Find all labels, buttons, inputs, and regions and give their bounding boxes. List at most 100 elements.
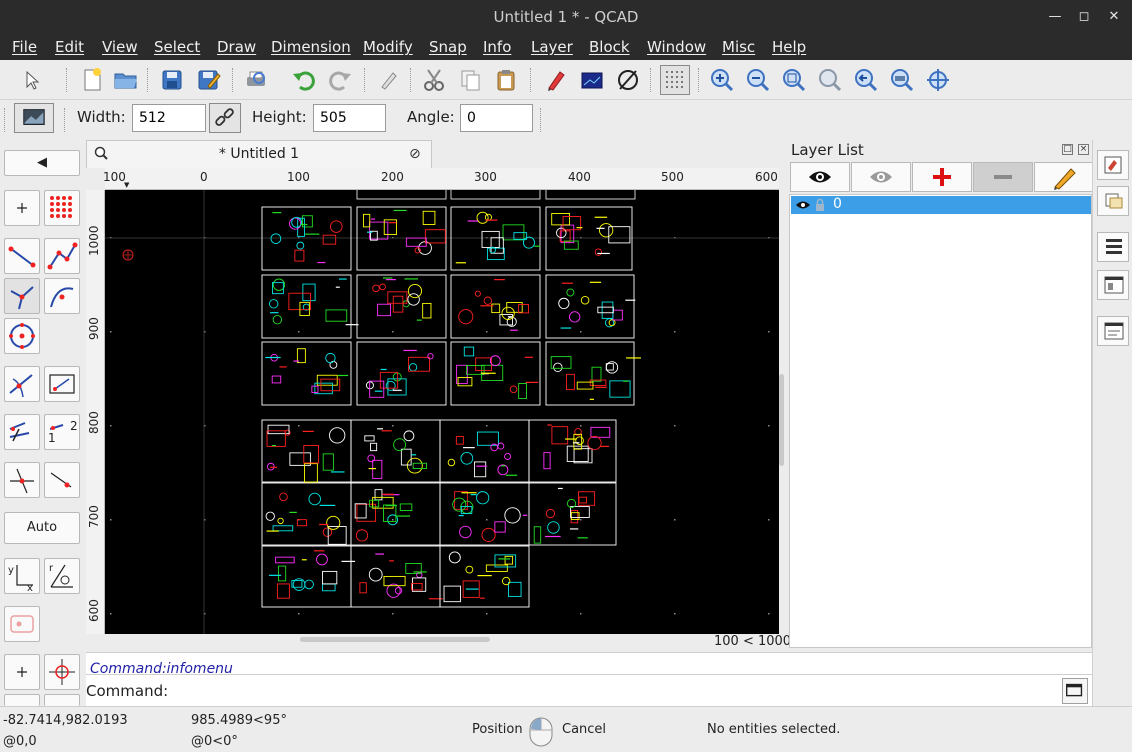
relative-axis-icon[interactable]: yx: [4, 558, 40, 594]
menu-draw[interactable]: Draw: [217, 38, 256, 56]
line-icon[interactable]: [4, 238, 40, 274]
points-icon[interactable]: [44, 190, 80, 226]
pointer-icon[interactable]: [18, 66, 46, 94]
drawing-sheet-frame: [450, 274, 541, 339]
zoom-out-icon[interactable]: [744, 66, 772, 94]
cut-icon[interactable]: [420, 66, 448, 94]
clear-icon[interactable]: [374, 66, 402, 94]
close-panel-icon[interactable]: ×: [1078, 144, 1089, 155]
vertical-scrollbar[interactable]: [779, 374, 784, 466]
menu-snap[interactable]: Snap: [429, 38, 467, 56]
layer-visible-eye-icon[interactable]: [795, 198, 811, 216]
property-editor-icon[interactable]: [1097, 150, 1129, 180]
minimize-icon[interactable]: —: [1044, 6, 1066, 28]
rectangle-icon[interactable]: [44, 366, 80, 402]
toolbar-separator: [540, 108, 542, 132]
image-icon[interactable]: [14, 103, 54, 133]
cad-entity: [296, 241, 305, 250]
zoom-in-icon[interactable]: [708, 66, 736, 94]
maximize-icon[interactable]: ◻: [1073, 6, 1095, 28]
layer-row[interactable]: 0: [791, 196, 1091, 214]
save-icon[interactable]: [158, 66, 186, 94]
intersection-icon[interactable]: [4, 462, 40, 498]
document-tab[interactable]: * Untitled 1 ⊘: [86, 140, 432, 168]
arc-icon[interactable]: [4, 278, 40, 314]
restrict-icon[interactable]: [614, 66, 642, 94]
sequence-icon[interactable]: 1 2: [44, 414, 80, 450]
curve-icon[interactable]: [44, 278, 80, 314]
float-panel-icon[interactable]: □: [1062, 144, 1073, 155]
tangent-icon[interactable]: [4, 366, 40, 402]
menu-edit[interactable]: Edit: [55, 38, 84, 56]
layer-list-toggle-icon[interactable]: [1097, 232, 1129, 262]
menu-file[interactable]: File: [12, 38, 37, 56]
horizontal-scrollbar[interactable]: [300, 637, 490, 642]
snap-free-icon[interactable]: [4, 654, 40, 690]
undo-icon[interactable]: [290, 66, 318, 94]
display-icon[interactable]: [578, 66, 606, 94]
angle-input[interactable]: [460, 104, 533, 132]
command-input[interactable]: [166, 679, 1046, 703]
drawing-canvas[interactable]: [105, 190, 779, 634]
cad-entity: [325, 309, 348, 322]
open-folder-icon[interactable]: [112, 66, 140, 94]
library-browser-icon[interactable]: [1097, 270, 1129, 300]
offset-icon[interactable]: [44, 462, 80, 498]
layer-lock-icon[interactable]: [814, 198, 826, 216]
menu-dimension[interactable]: Dimension: [271, 38, 351, 56]
zoom-auto-icon[interactable]: [780, 66, 808, 94]
close-tab-icon[interactable]: ⊘: [409, 146, 421, 162]
zoom-previous-icon[interactable]: [852, 66, 880, 94]
palette-button-partial[interactable]: [44, 694, 80, 706]
add-layer-button[interactable]: [912, 162, 972, 192]
cad-entity: [608, 226, 631, 244]
grid-icon[interactable]: [660, 65, 690, 95]
menu-view[interactable]: View: [102, 38, 138, 56]
menu-select[interactable]: Select: [154, 38, 200, 56]
command-history-toggle-icon[interactable]: [1062, 678, 1088, 704]
pen-icon[interactable]: [542, 66, 570, 94]
circle-icon[interactable]: [4, 318, 40, 354]
menu-info[interactable]: Info: [483, 38, 511, 56]
width-input[interactable]: [132, 104, 206, 132]
crosshair-icon[interactable]: [44, 654, 80, 690]
auto-snap-button[interactable]: Auto: [4, 512, 80, 544]
remove-layer-button[interactable]: [973, 162, 1033, 192]
grid-dot: [674, 425, 676, 427]
new-document-icon[interactable]: [78, 66, 106, 94]
menu-help[interactable]: Help: [772, 38, 806, 56]
close-icon[interactable]: ✕: [1103, 6, 1125, 28]
polar-axis-icon[interactable]: r: [44, 558, 80, 594]
hide-all-layers-button[interactable]: [851, 162, 911, 192]
pan-icon[interactable]: [924, 66, 952, 94]
link-icon[interactable]: [209, 103, 241, 133]
point-tools-button[interactable]: [4, 190, 40, 226]
show-all-layers-button[interactable]: [790, 162, 850, 192]
zoom-window-icon[interactable]: [816, 66, 844, 94]
save-as-icon[interactable]: [194, 66, 222, 94]
paste-icon[interactable]: [492, 66, 520, 94]
restrict-off-icon[interactable]: [4, 606, 40, 642]
menu-modify[interactable]: Modify: [363, 38, 413, 56]
redo-icon[interactable]: [326, 66, 354, 94]
copy-icon[interactable]: [456, 66, 484, 94]
block-list-icon[interactable]: [1097, 186, 1129, 216]
palette-button-partial[interactable]: [4, 694, 40, 706]
grid-dot: [486, 425, 488, 427]
menu-window[interactable]: Window: [647, 38, 706, 56]
menu-block[interactable]: Block: [589, 38, 630, 56]
polyline-icon[interactable]: [44, 238, 80, 274]
zoom-selection-icon[interactable]: [888, 66, 916, 94]
drawing-sheet-frame: [261, 206, 352, 271]
cad-entity: [355, 529, 369, 542]
height-input[interactable]: [313, 104, 386, 132]
grid-dot: [768, 331, 770, 333]
command-line-toggle-icon[interactable]: [1097, 316, 1129, 346]
dimension-icon[interactable]: [4, 414, 40, 450]
back-button[interactable]: ◀: [4, 150, 80, 176]
drawing-sheet-frame: [261, 341, 352, 406]
menu-misc[interactable]: Misc: [722, 38, 755, 56]
edit-layer-button[interactable]: [1034, 162, 1094, 192]
print-preview-icon[interactable]: [242, 66, 270, 94]
menu-layer[interactable]: Layer: [531, 38, 573, 56]
